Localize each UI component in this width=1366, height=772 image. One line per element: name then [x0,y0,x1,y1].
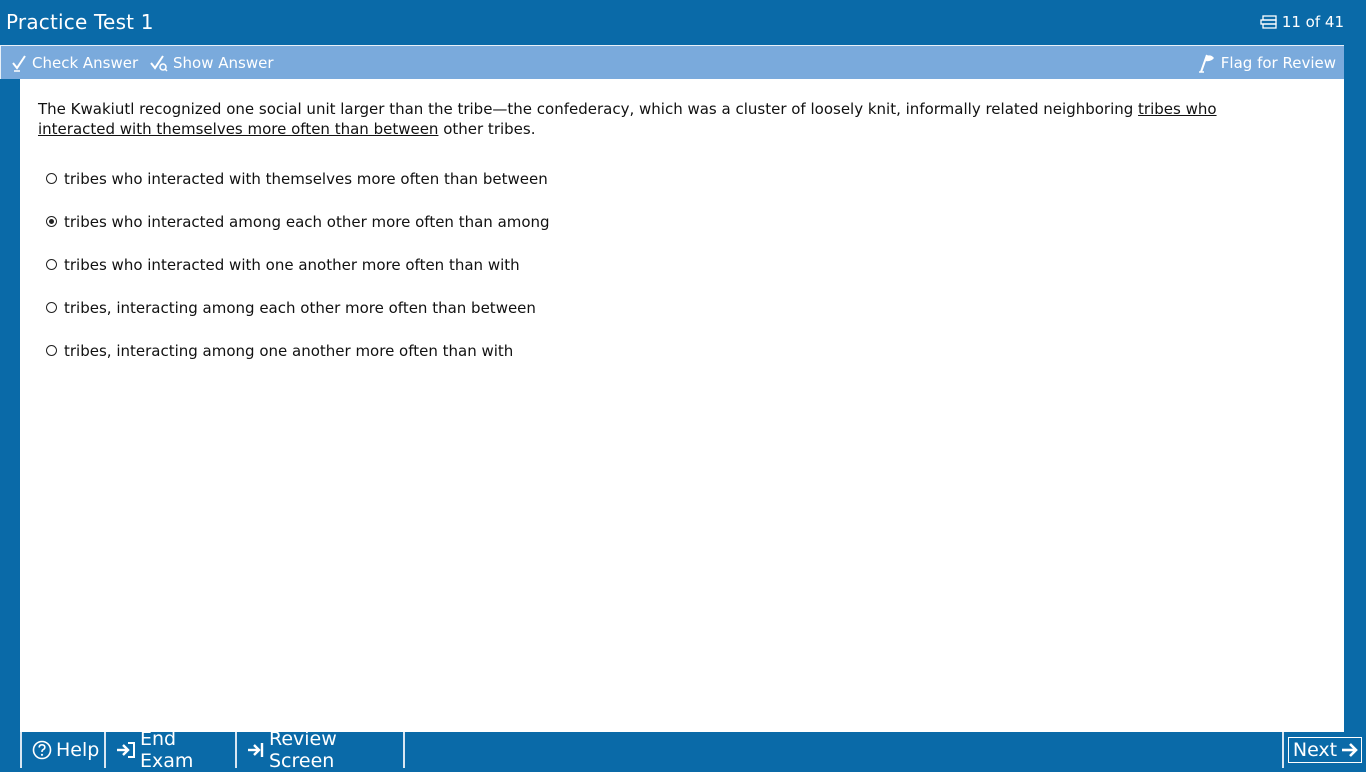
radio-button-selected[interactable] [46,216,57,227]
radio-button[interactable] [46,302,57,313]
bottom-navigation-bar: Help End Exam Review Screen Next [20,728,1366,772]
choice-text: tribes who interacted among each other m… [64,212,550,231]
choice-text: tribes who interacted with one another m… [64,255,520,274]
flag-for-review-button[interactable]: Flag for Review [1198,46,1336,79]
review-screen-icon [247,741,265,759]
toolbar: Check Answer Show Answer Flag for Review [0,45,1344,79]
flag-icon [1198,53,1216,73]
stem-text-before: The Kwakiutl recognized one social unit … [38,100,1139,118]
next-label: Next [1292,739,1338,761]
show-answer-icon [150,54,168,72]
pages-icon [1260,15,1278,29]
flag-for-review-label: Flag for Review [1220,53,1336,72]
progress-text: 11 of 41 [1281,13,1344,31]
show-answer-button[interactable]: Show Answer [150,46,274,79]
help-icon [32,740,52,760]
check-answer-button[interactable]: Check Answer [11,46,138,79]
answer-choices: tribes who interacted with themselves mo… [46,157,550,372]
radio-button[interactable] [46,345,57,356]
app-title: Practice Test 1 [6,10,154,34]
title-bar: Practice Test 1 11 of 41 [0,0,1366,45]
end-exam-label: End Exam [140,728,194,772]
right-margin [1344,45,1366,768]
end-exam-icon [116,741,136,759]
answer-choice-c[interactable]: tribes who interacted with one another m… [46,243,550,286]
answer-choice-b[interactable]: tribes who interacted among each other m… [46,200,550,243]
question-stem: The Kwakiutl recognized one social unit … [38,99,1278,139]
next-button-container: Next [1282,732,1366,768]
review-screen-button[interactable]: Review Screen [235,728,405,772]
help-label: Help [56,739,100,761]
help-button[interactable]: Help [20,732,104,768]
check-answer-icon [11,54,27,72]
choice-text: tribes who interacted with themselves mo… [64,169,548,188]
stem-text-after: other tribes. [438,120,536,138]
check-answer-label: Check Answer [32,53,139,72]
review-screen-label: Review Screen [269,728,337,772]
radio-button[interactable] [46,173,57,184]
arrow-right-icon [1341,741,1359,759]
show-answer-label: Show Answer [173,53,274,72]
next-button[interactable]: Next [1287,737,1363,763]
answer-choice-a[interactable]: tribes who interacted with themselves mo… [46,157,550,200]
choice-text: tribes, interacting among one another mo… [64,341,514,360]
answer-choice-d[interactable]: tribes, interacting among each other mor… [46,286,550,329]
question-counter: 11 of 41 [1260,13,1344,31]
end-exam-button[interactable]: End Exam [104,728,235,772]
answer-choice-e[interactable]: tribes, interacting among one another mo… [46,329,550,372]
question-panel: The Kwakiutl recognized one social unit … [20,79,1344,732]
radio-button[interactable] [46,259,57,270]
choice-text: tribes, interacting among each other mor… [64,298,536,317]
